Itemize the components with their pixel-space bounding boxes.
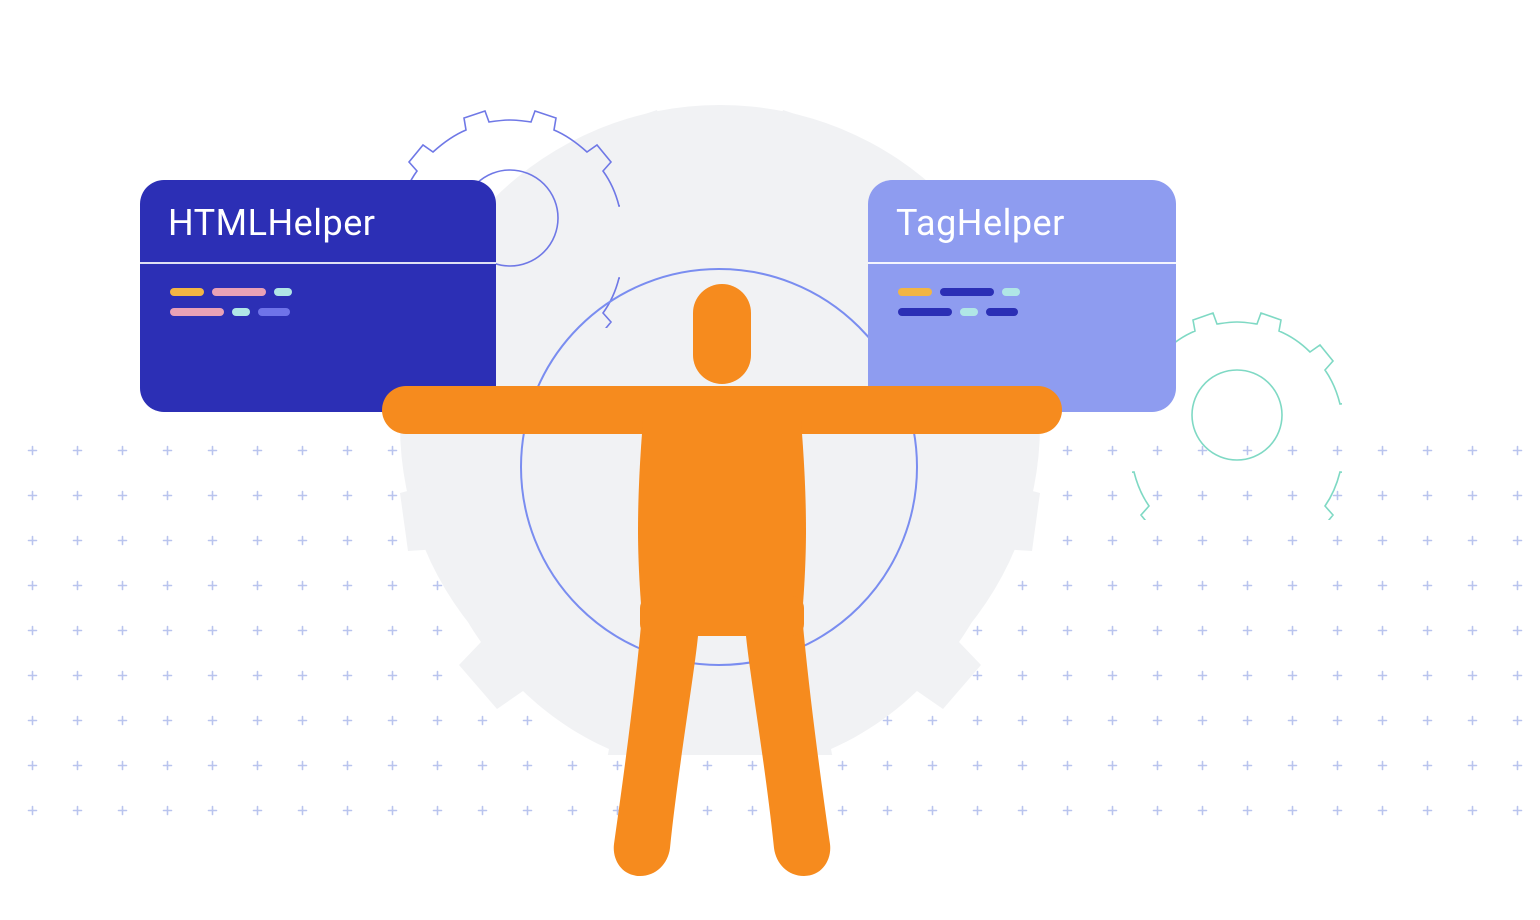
code-bar <box>274 288 292 296</box>
code-bar <box>258 308 290 316</box>
accessibility-person-icon <box>382 276 1062 896</box>
card-taghelper-title: TagHelper <box>868 180 1176 264</box>
code-bar <box>170 288 204 296</box>
code-bar <box>170 308 224 316</box>
card-htmlhelper-title: HTMLHelper <box>140 180 496 264</box>
code-bar <box>212 288 266 296</box>
code-bar <box>232 308 250 316</box>
diagram-stage: HTMLHelper TagHelper <box>0 0 1540 920</box>
